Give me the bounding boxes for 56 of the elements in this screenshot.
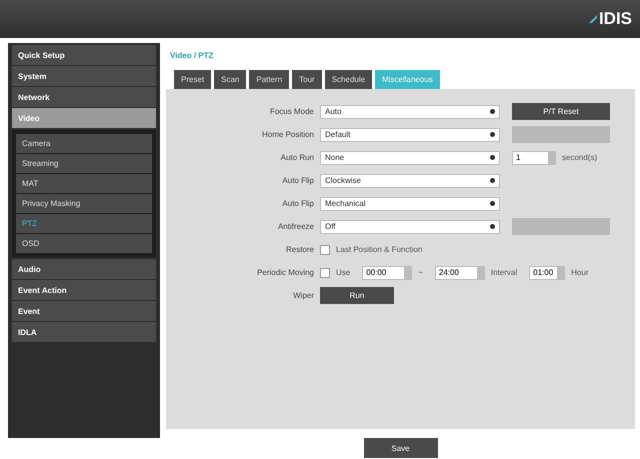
checkbox[interactable] — [320, 268, 330, 278]
checkbox-label: Use — [336, 268, 350, 277]
field-label: Auto Flip — [281, 176, 314, 185]
tab[interactable]: Tour — [292, 70, 322, 89]
submenu-item[interactable]: Streaming — [16, 154, 152, 173]
menu-item[interactable]: Event Action — [12, 280, 156, 300]
field-label: Auto Run — [280, 153, 314, 162]
checkbox[interactable] — [320, 244, 330, 254]
field-label: Periodic Moving — [256, 268, 314, 277]
dropdown[interactable]: None — [320, 150, 500, 164]
field-label: Antifreeze — [276, 222, 314, 231]
tab[interactable]: Preset — [174, 70, 212, 89]
unit-label: Hour — [571, 268, 588, 277]
action-button[interactable]: P/T Reset — [512, 103, 610, 120]
tab[interactable]: Schedule — [324, 70, 372, 89]
submenu-item[interactable]: Privacy Masking — [16, 194, 152, 213]
submenu-item[interactable]: Camera — [16, 134, 152, 153]
time-spinner[interactable]: 24:00 — [434, 266, 485, 280]
dropdown-icon — [490, 178, 495, 183]
time-spinner[interactable]: 01:00 — [529, 266, 566, 280]
tab[interactable]: Scan — [214, 70, 246, 89]
menu-item[interactable]: Event — [12, 301, 156, 321]
field-label: Home Position — [260, 130, 314, 139]
dropdown-icon — [490, 132, 495, 137]
submenu-item[interactable]: PTZ — [16, 214, 152, 233]
menu-item[interactable]: System — [12, 66, 156, 86]
interval-label: Interval — [490, 268, 518, 277]
field-label: Restore — [284, 245, 314, 254]
time-spinner[interactable]: 00:00 — [362, 266, 412, 280]
dropdown-icon — [490, 201, 495, 206]
dropdown-icon — [490, 155, 495, 160]
menu-item[interactable]: IDLA — [12, 322, 156, 342]
breadcrumb: Video / PTZ — [169, 50, 214, 62]
save-button[interactable]: Save — [364, 438, 438, 458]
field-label: Wiper — [292, 291, 314, 300]
menu-item[interactable]: Audio — [12, 259, 156, 279]
logo: IDIS — [588, 9, 632, 29]
dropdown[interactable]: Clockwise — [320, 174, 500, 188]
tab[interactable]: Pattern — [249, 70, 290, 89]
field-label: Auto Flip — [281, 199, 314, 208]
unit-label: second(s) — [562, 153, 598, 162]
submenu-item[interactable]: MAT — [16, 174, 152, 193]
dropdown[interactable]: Mechanical — [320, 196, 500, 210]
menu-item[interactable]: Network — [12, 87, 156, 107]
menu-item[interactable]: Quick Setup — [12, 45, 156, 65]
dropdown[interactable]: Off — [320, 220, 500, 234]
dropdown-icon — [490, 109, 495, 114]
field-label: Focus Mode — [268, 107, 314, 116]
checkbox-label: Last Position & Function — [336, 245, 422, 254]
dropdown-icon — [490, 224, 495, 229]
submenu-item[interactable]: OSD — [16, 234, 152, 253]
range-separator: ~ — [418, 268, 423, 277]
number-spinner[interactable]: 1 — [512, 150, 556, 164]
dropdown[interactable]: Auto — [320, 104, 500, 118]
dropdown[interactable]: Default — [320, 128, 500, 142]
run-button[interactable]: Run — [320, 287, 394, 304]
